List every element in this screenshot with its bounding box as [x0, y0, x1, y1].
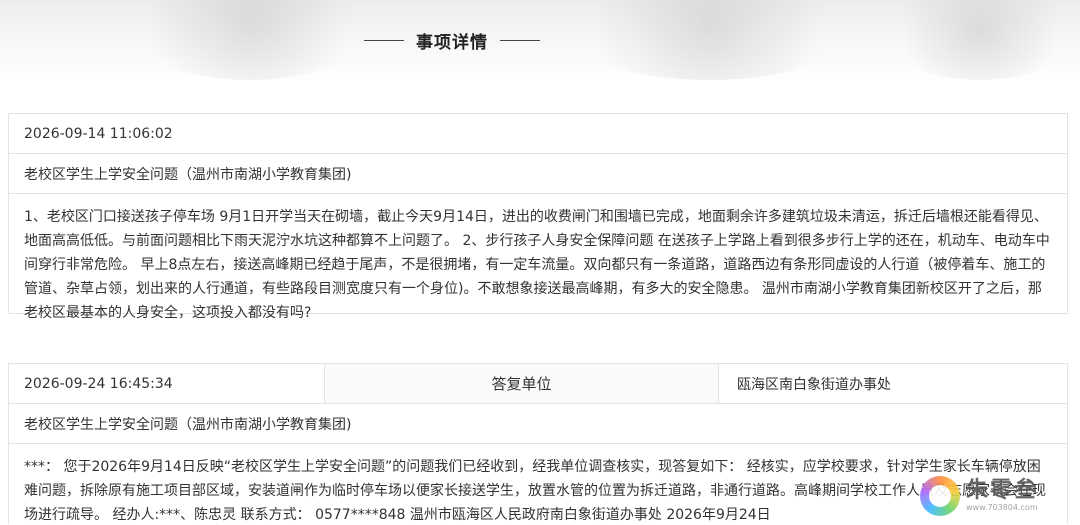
reply-title-row: 老校区学生上学安全问题（温州市南湖小学教育集团) [9, 404, 1067, 444]
reply-unit-label-cell: 答复单位 [324, 364, 719, 403]
reply-header-row: 2026-09-24 16:45:34 答复单位 瓯海区南白象街道办事处 [9, 364, 1067, 404]
complaint-title-row: 老校区学生上学安全问题（温州市南湖小学教育集团) [9, 154, 1067, 194]
watermark-url: www.703804.com [966, 503, 1038, 512]
watermark: 朱零叁 www.703804.com [920, 474, 1072, 518]
title-divider-left [364, 39, 404, 41]
page-title: 事项详情 [416, 32, 488, 53]
complaint-title: 老校区学生上学安全问题（温州市南湖小学教育集团) [24, 166, 352, 183]
watermark-text: 朱零叁 www.703804.com [966, 479, 1038, 513]
title-divider-right [500, 39, 540, 41]
reply-card: 2026-09-24 16:45:34 答复单位 瓯海区南白象街道办事处 老校区… [8, 363, 1068, 524]
reply-content: ***： 您于2026年9月14日反映“老校区学生上学安全问题”的问题我们已经收… [24, 459, 1046, 523]
watermark-name: 朱零叁 [966, 478, 1039, 503]
reply-title: 老校区学生上学安全问题（温州市南湖小学教育集团) [24, 416, 352, 433]
reply-unit-value-cell: 瓯海区南白象街道办事处 [719, 364, 1067, 403]
complaint-datetime-row: 2026-09-14 11:06:02 [9, 114, 1067, 154]
reply-unit-value: 瓯海区南白象街道办事处 [737, 376, 891, 393]
watermark-logo-icon [920, 476, 960, 516]
reply-datetime: 2026-09-24 16:45:34 [24, 375, 173, 392]
section-title: 事项详情 [0, 22, 1080, 58]
reply-unit-label: 答复单位 [491, 375, 552, 393]
complaint-card: 2026-09-14 11:06:02 老校区学生上学安全问题（温州市南湖小学教… [8, 113, 1068, 321]
reply-content-row: ***： 您于2026年9月14日反映“老校区学生上学安全问题”的问题我们已经收… [9, 444, 1067, 525]
complaint-content-row: 1、老校区门口接送孩子停车场 9月1日开学当天在砌墙，截止今天9月14日，进出的… [9, 194, 1067, 321]
complaint-datetime: 2026-09-14 11:06:02 [24, 125, 173, 142]
reply-datetime-cell: 2026-09-24 16:45:34 [9, 364, 324, 403]
complaint-content: 1、老校区门口接送孩子停车场 9月1日开学当天在砌墙，截止今天9月14日，进出的… [24, 209, 1050, 321]
